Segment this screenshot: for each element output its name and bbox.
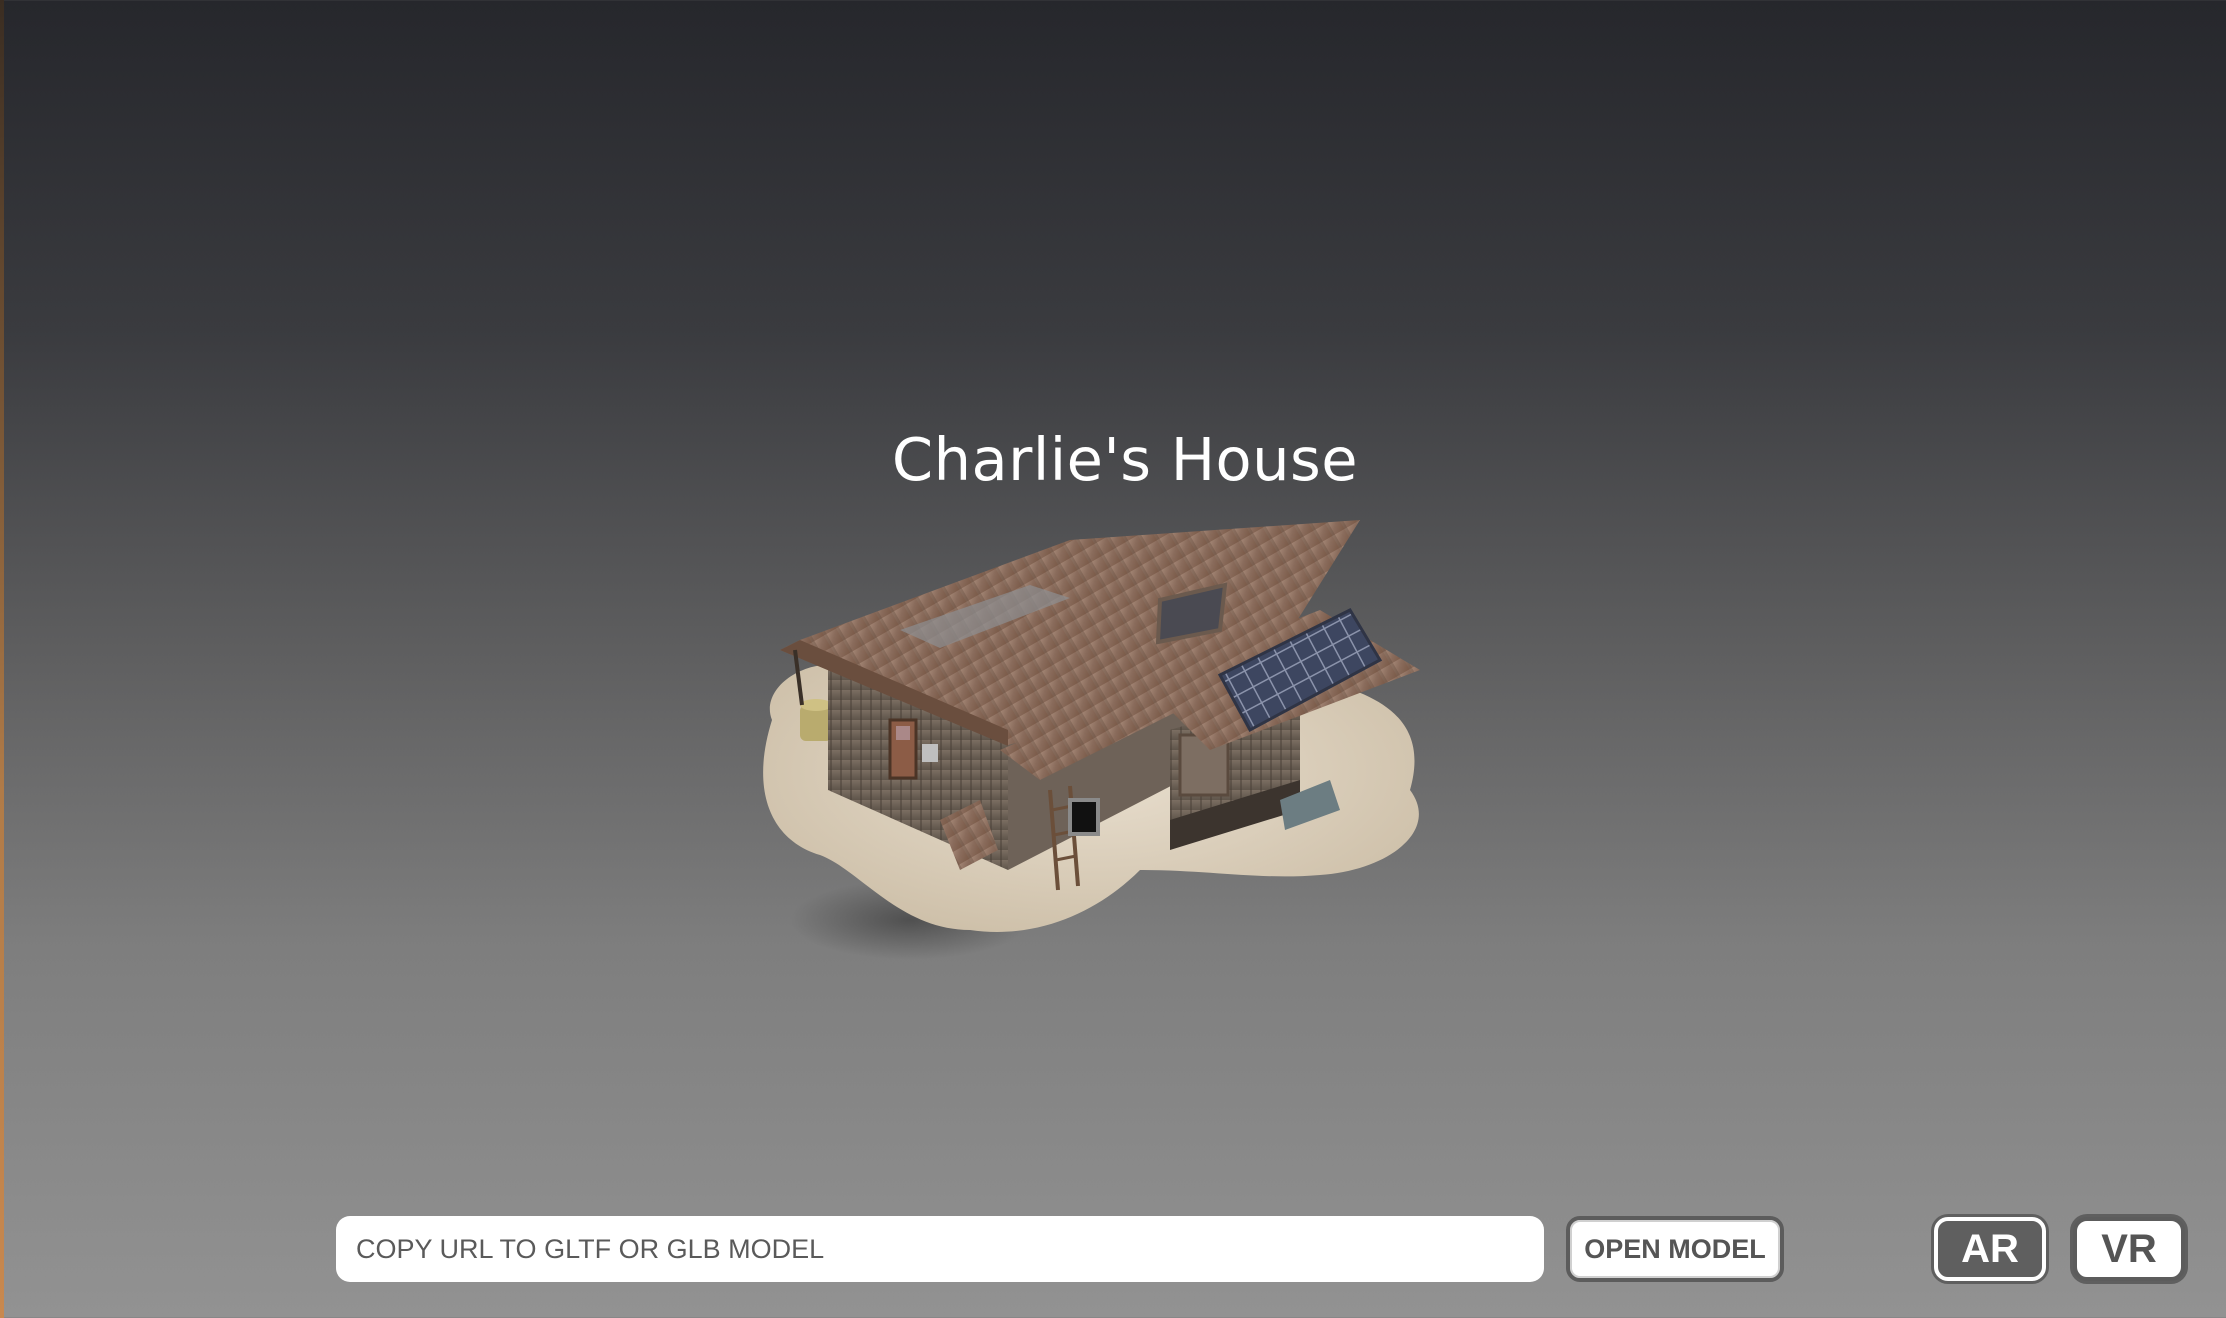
- model-viewer[interactable]: [740, 490, 1460, 1010]
- window-edge: [0, 0, 4, 1318]
- model-url-input[interactable]: [336, 1216, 1544, 1282]
- open-model-button[interactable]: OPEN MODEL: [1566, 1216, 1784, 1282]
- house-model-image: [763, 520, 1420, 960]
- vr-button[interactable]: VR: [2073, 1217, 2185, 1281]
- model-title: Charlie's House: [891, 425, 1359, 494]
- ar-button[interactable]: AR: [1934, 1217, 2046, 1281]
